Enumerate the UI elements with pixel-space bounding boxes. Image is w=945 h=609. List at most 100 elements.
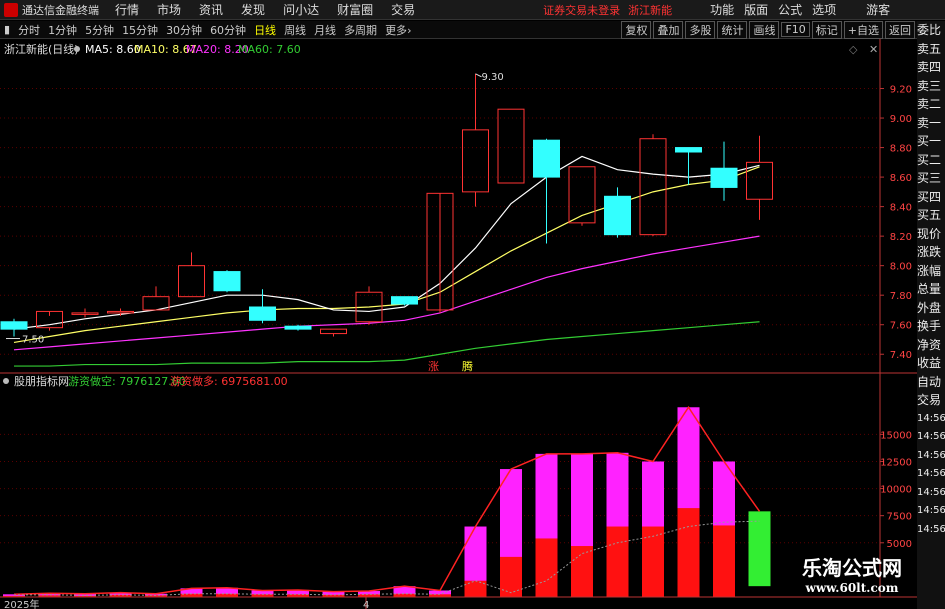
period-30min[interactable]: 30分钟 [166,22,202,38]
candle-body [710,167,738,188]
watermark: 乐淘公式网 www.60lt.com [787,552,917,595]
menu-item-wealth[interactable]: 财富圈 [337,1,373,18]
side-item[interactable]: 现价 [917,225,945,244]
chart-area[interactable]: 7.40 7.60 7.80 8.00 8.20 8.40 8.60 8.80 9.00 9.20… [0,39,917,609]
side-item[interactable]: 涨幅 [917,262,945,281]
candle-body [391,296,418,305]
side-item[interactable]: 总量 [917,280,945,299]
side-item[interactable]: 卖一 [917,114,945,133]
side-item[interactable]: 买三 [917,169,945,188]
settings-dot-icon[interactable] [74,46,80,52]
candle-body [675,147,702,153]
period-monthly[interactable]: 月线 [314,22,336,38]
x-label-month: 4 [363,600,369,609]
period-more[interactable]: 更多› [385,22,411,38]
ma60-line [14,321,760,367]
y-tick-label: 8.00 [890,262,912,273]
menu-item-market[interactable]: 市场 [157,1,181,18]
menu-item-trade[interactable]: 交易 [391,1,415,18]
menu-layout[interactable]: 版面 [744,1,768,18]
side-item[interactable]: 涨跌 [917,243,945,262]
side-item[interactable]: 买二 [917,151,945,170]
side-item[interactable]: 买四 [917,188,945,207]
period-multi[interactable]: 多周期 [344,22,377,38]
add-watchlist-button[interactable]: +自选 [843,20,883,39]
menu-formula[interactable]: 公式 [778,1,802,18]
menu-function[interactable]: 功能 [710,1,734,18]
back-button[interactable]: 返回 [885,20,915,39]
low-price-label: 7.50 [22,335,44,346]
candle-body [213,271,241,292]
watermark-title: 乐淘公式网 [802,556,902,580]
stats-button[interactable]: 统计 [717,20,748,39]
sub-y-tick-label: 5000 [887,539,912,550]
period-15min[interactable]: 15分钟 [122,22,158,38]
y-tick-label: 9.00 [890,114,912,125]
login-warning[interactable]: 证券交易未登录 [543,2,620,18]
y-tick-label: 8.80 [890,144,912,155]
ma60-label: MA60: 7.60 [238,43,301,56]
side-item[interactable]: 14:56 [917,447,945,466]
candle-body [639,138,667,236]
side-item[interactable]: 换手 [917,317,945,336]
side-item[interactable]: 14:56 [917,410,945,429]
signal-label-1: 涨 [428,360,439,373]
sub-bar-red [713,525,735,597]
y-tick-label: 8.40 [890,203,912,214]
f10-button[interactable]: F10 [781,22,810,37]
period-more-label: 更多 [385,23,408,37]
sub-bar-red [500,556,522,597]
signal-label-2: 腾 [462,359,473,373]
guest-label[interactable]: 游客 [866,1,890,18]
side-item[interactable]: 卖二 [917,95,945,114]
candle-body [0,321,28,330]
side-item[interactable]: 买一 [917,132,945,151]
side-item[interactable]: 14:56 [917,428,945,447]
period-toolbar: ▮ 分时 1分钟 5分钟 15分钟 30分钟 60分钟 日线 周线 月线 多周期… [0,20,945,39]
y-tick-label: 7.80 [890,291,912,302]
candle-body [497,108,525,184]
side-item[interactable]: 14:56 [917,465,945,484]
side-item[interactable]: 外盘 [917,299,945,318]
period-1min[interactable]: 1分钟 [48,22,77,38]
period-5min[interactable]: 5分钟 [85,22,114,38]
side-item[interactable]: 卖三 [917,77,945,96]
side-item[interactable]: 委比 [917,21,945,40]
app-logo-icon [4,2,18,17]
sub-long-label: 游资做多: 6975681.00 [170,374,288,388]
menu-item-discover[interactable]: 发现 [241,1,265,18]
period-60min[interactable]: 60分钟 [210,22,246,38]
candle-body [568,166,596,224]
side-item[interactable]: 卖五 [917,40,945,59]
sub-y-tick-label: 15000 [880,430,912,441]
period-intraday[interactable]: 分时 [18,22,40,38]
side-item[interactable]: 交易 [917,391,945,410]
adjust-button[interactable]: 复权 [621,20,652,39]
period-daily[interactable]: 日线 [254,22,276,38]
multi-stock-button[interactable]: 多股 [685,20,716,39]
side-item[interactable]: 自动 [917,373,945,392]
side-item[interactable]: 14:56 [917,521,945,540]
side-item[interactable]: 14:56 [917,484,945,503]
overlay-button[interactable]: 叠加 [653,20,684,39]
side-item[interactable]: 净资 [917,336,945,355]
collapse-icon[interactable]: ▮ [4,23,10,36]
panel-expand-icon[interactable]: ◇ [849,43,858,56]
side-item[interactable]: 收益 [917,354,945,373]
draw-line-button[interactable]: 画线 [749,20,780,39]
side-item[interactable]: 买五 [917,206,945,225]
side-item[interactable]: 14:56 [917,502,945,521]
mark-button[interactable]: 标记 [811,20,842,39]
menu-options[interactable]: 选项 [812,1,836,18]
menu-bar: 通达信金融终端 行情 市场 资讯 发现 问小达 财富圈 交易 证券交易未登录 浙… [0,0,945,20]
period-weekly[interactable]: 周线 [284,22,306,38]
more-chevron-icon: › [407,23,412,37]
menu-item-ask[interactable]: 问小达 [283,1,319,18]
y-tick-label: 7.40 [890,350,912,361]
panel-close-icon[interactable]: ✕ [869,43,878,56]
menu-item-quotes[interactable]: 行情 [115,1,139,18]
candle-body [284,325,312,330]
side-item[interactable]: 卖四 [917,58,945,77]
menu-item-news[interactable]: 资讯 [199,1,223,18]
sub-settings-dot-icon[interactable] [3,378,9,384]
